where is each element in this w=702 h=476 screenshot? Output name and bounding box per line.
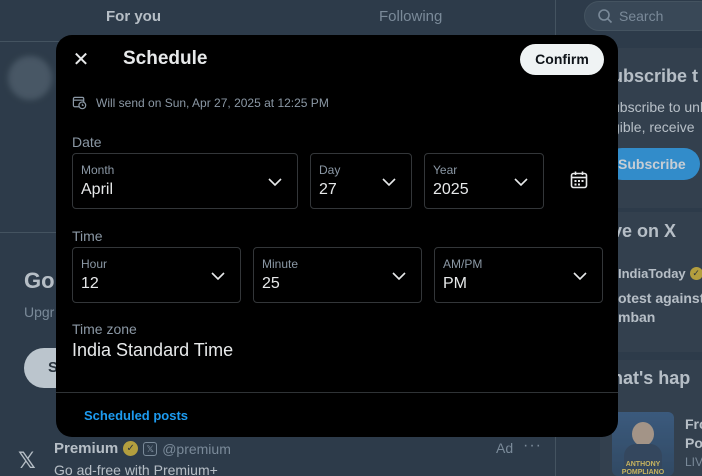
month-select[interactable]: Month April (72, 153, 298, 209)
hour-select[interactable]: Hour 12 (72, 247, 241, 303)
chevron-down-icon (392, 272, 406, 281)
ampm-select[interactable]: AM/PM PM (434, 247, 603, 303)
chevron-down-icon (514, 178, 528, 187)
date-section-label: Date (72, 134, 102, 150)
hour-value: 12 (81, 275, 99, 292)
ampm-value: PM (443, 275, 467, 292)
timezone-label: Time zone (72, 321, 137, 337)
month-value: April (81, 181, 114, 198)
ampm-label: AM/PM (443, 257, 483, 271)
dialog-divider (56, 392, 618, 393)
year-select[interactable]: Year 2025 (424, 153, 544, 209)
close-icon[interactable]: ✕ (70, 49, 92, 71)
minute-label: Minute (262, 257, 299, 271)
schedule-clock-icon (72, 96, 87, 110)
scheduled-posts-link[interactable]: Scheduled posts (84, 408, 188, 423)
day-value: 27 (319, 181, 337, 198)
month-label: Month (81, 163, 115, 177)
year-value: 2025 (433, 181, 469, 198)
day-select[interactable]: Day 27 (310, 153, 412, 209)
chevron-down-icon (211, 272, 225, 281)
chevron-down-icon (268, 178, 282, 187)
confirm-button[interactable]: Confirm (520, 44, 604, 75)
minute-value: 25 (262, 275, 280, 292)
year-label: Year (433, 163, 458, 177)
chevron-down-icon (382, 178, 396, 187)
day-label: Day (319, 163, 341, 177)
schedule-dialog: ✕ Schedule Confirm Will send on Sun, Apr… (56, 35, 618, 437)
minute-select[interactable]: Minute 25 (253, 247, 422, 303)
calendar-icon[interactable] (569, 170, 589, 190)
scheduled-summary-text: Will send on Sun, Apr 27, 2025 at 12:25 … (96, 95, 329, 110)
hour-label: Hour (81, 257, 108, 271)
chevron-down-icon (573, 272, 587, 281)
scheduled-summary: Will send on Sun, Apr 27, 2025 at 12:25 … (72, 95, 329, 110)
dialog-title: Schedule (123, 48, 208, 69)
timezone-value: India Standard Time (72, 340, 234, 360)
time-section-label: Time (72, 228, 103, 244)
